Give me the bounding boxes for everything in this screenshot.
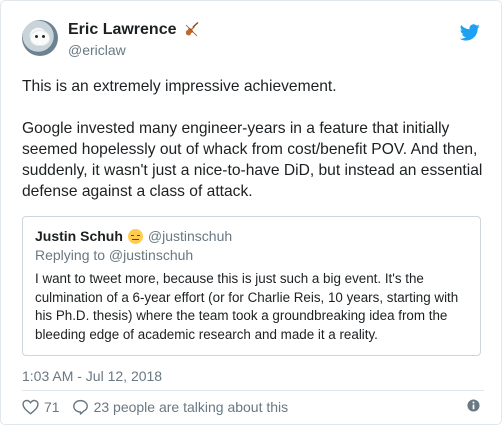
info-icon[interactable] — [467, 399, 480, 412]
quoted-author-handle: @justinschuh — [147, 228, 233, 244]
divider — [22, 390, 484, 391]
avatar-eye — [35, 35, 38, 38]
violin-icon — [185, 21, 198, 37]
embedded-tweet-card: Eric Lawrence @ericlaw This is an extrem… — [0, 0, 502, 425]
tweet-timestamp[interactable]: 1:03 AM - Jul 12, 2018 — [22, 368, 162, 384]
tweet-actions: 71 23 people are talking about this — [22, 397, 288, 417]
avatar[interactable] — [22, 20, 58, 56]
tweet-paragraph: This is an extremely impressive achievem… — [22, 78, 337, 95]
tweet-text: This is an extremely impressive achievem… — [22, 76, 484, 202]
expressionless-face-icon — [127, 228, 143, 244]
quoted-tweet-text: I want to tweet more, because this is ju… — [35, 271, 459, 342]
twitter-bird-icon[interactable] — [460, 24, 480, 41]
quoted-tweet-header: Justin Schuh @justinschuh — [35, 228, 232, 244]
speech-bubble-icon[interactable] — [72, 399, 89, 415]
author-name-row[interactable]: Eric Lawrence — [68, 21, 201, 39]
dog-avatar-face — [30, 30, 50, 46]
quoted-author-name: Justin Schuh — [35, 228, 123, 244]
conversation-link[interactable]: 23 people are talking about this — [94, 399, 289, 415]
author-handle[interactable]: @ericlaw — [68, 42, 126, 58]
tweet-paragraph: Google invested many engineer-years in a… — [22, 120, 483, 200]
likes-count[interactable]: 71 — [44, 399, 60, 415]
heart-icon[interactable] — [22, 399, 39, 415]
avatar-eye — [42, 35, 45, 38]
author-display-name[interactable]: Eric Lawrence — [68, 21, 177, 39]
quoted-tweet[interactable]: Justin Schuh @justinschuh Replying to @j… — [22, 216, 481, 356]
quoted-replying-to: Replying to @justinschuh — [35, 247, 194, 263]
